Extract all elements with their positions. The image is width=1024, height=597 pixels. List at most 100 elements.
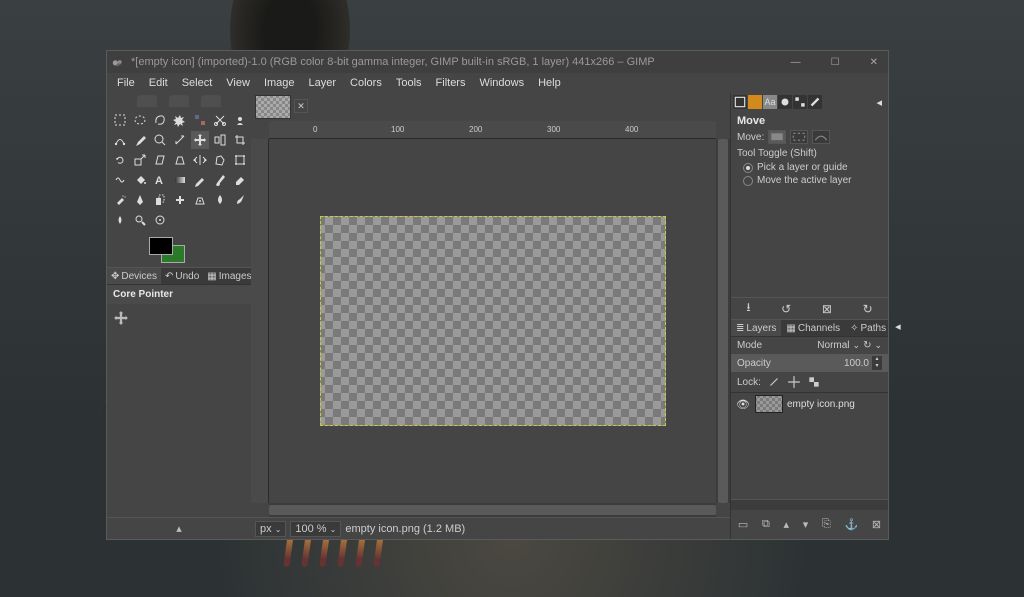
move-mode-layer[interactable] bbox=[768, 130, 786, 144]
save-options-icon[interactable]: ⭳ bbox=[746, 298, 750, 319]
right-dock-menu-icon[interactable]: ◂ bbox=[872, 96, 886, 109]
reset-options-icon[interactable]: ↻ bbox=[863, 302, 873, 316]
cage-tool[interactable] bbox=[211, 151, 229, 169]
menu-windows[interactable]: Windows bbox=[473, 75, 530, 91]
menu-filters[interactable]: Filters bbox=[430, 75, 472, 91]
free-select-tool[interactable] bbox=[151, 111, 169, 129]
paths-tool[interactable] bbox=[111, 131, 129, 149]
textures-icon[interactable]: Aa bbox=[763, 95, 777, 109]
crop-tool[interactable] bbox=[231, 131, 249, 149]
menu-edit[interactable]: Edit bbox=[143, 75, 174, 91]
perspective-clone-tool[interactable] bbox=[191, 191, 209, 209]
bucket-tool[interactable] bbox=[131, 171, 149, 189]
mode-caret2-icon[interactable]: ⌄ bbox=[874, 340, 882, 351]
brushes-icon[interactable] bbox=[778, 95, 792, 109]
shear-tool[interactable] bbox=[151, 151, 169, 169]
tab-undo[interactable]: ↶Undo bbox=[161, 268, 203, 284]
flip-tool[interactable] bbox=[191, 151, 209, 169]
image-tab-thumbnail[interactable] bbox=[255, 95, 291, 119]
new-layer-icon[interactable]: ▭ bbox=[738, 518, 748, 531]
menu-tools[interactable]: Tools bbox=[390, 75, 428, 91]
maximize-button[interactable]: ☐ bbox=[825, 55, 846, 70]
heal-tool[interactable] bbox=[171, 191, 189, 209]
layers-dock-menu-icon[interactable]: ◂ bbox=[891, 320, 905, 336]
smudge-tool[interactable] bbox=[111, 211, 129, 229]
tab-paths[interactable]: ✧Paths bbox=[845, 320, 891, 336]
layer-visibility-icon[interactable]: 👁 bbox=[735, 398, 751, 411]
move-mode-path[interactable] bbox=[812, 130, 830, 144]
tab-images[interactable]: ▦Images bbox=[203, 268, 255, 284]
fg-bg-color[interactable] bbox=[107, 231, 251, 267]
handle-transform-tool[interactable] bbox=[151, 211, 169, 229]
move-mode-selection[interactable] bbox=[790, 130, 808, 144]
gradient-tool[interactable] bbox=[171, 171, 189, 189]
canvas-viewport[interactable] bbox=[269, 139, 716, 503]
unified-transform-tool[interactable] bbox=[231, 151, 249, 169]
tab-devices[interactable]: ✥Devices bbox=[107, 268, 161, 284]
warp-tool[interactable] bbox=[111, 171, 129, 189]
dodge-tool[interactable] bbox=[131, 211, 149, 229]
new-group-icon[interactable]: ⧉ bbox=[762, 518, 770, 531]
tab-channels[interactable]: ▦Channels bbox=[781, 320, 845, 336]
foreground-color[interactable] bbox=[149, 237, 173, 255]
lock-position-icon[interactable] bbox=[787, 375, 801, 389]
blur-tool[interactable] bbox=[211, 191, 229, 209]
mypaint-brush-tool[interactable] bbox=[231, 191, 249, 209]
color-picker-tool[interactable] bbox=[131, 131, 149, 149]
vertical-scrollbar[interactable] bbox=[716, 139, 730, 503]
ink-tool[interactable] bbox=[131, 191, 149, 209]
opacity-down[interactable]: ▾ bbox=[872, 363, 882, 370]
menu-help[interactable]: Help bbox=[532, 75, 567, 91]
image-tab-close-icon[interactable]: ✕ bbox=[294, 99, 308, 113]
opacity-up[interactable]: ▴ bbox=[872, 356, 882, 363]
mode-switch-icon[interactable]: ↻ bbox=[863, 340, 871, 351]
pencil-tool[interactable] bbox=[191, 171, 209, 189]
layer-row[interactable]: 👁 empty icon.png bbox=[731, 393, 888, 415]
fuzzy-select-tool[interactable] bbox=[171, 111, 189, 129]
patterns-icon[interactable] bbox=[793, 95, 807, 109]
lock-alpha-icon[interactable] bbox=[807, 375, 821, 389]
tab-layers[interactable]: ≣Layers bbox=[731, 320, 781, 336]
unit-selector[interactable]: px ⌄ bbox=[255, 521, 286, 537]
horizontal-ruler[interactable]: 0 100 200 300 400 bbox=[269, 121, 716, 139]
airbrush-tool[interactable] bbox=[111, 191, 129, 209]
minimize-button[interactable]: — bbox=[785, 55, 807, 70]
zoom-tool[interactable] bbox=[151, 131, 169, 149]
save-preset-icon[interactable]: ▴ bbox=[176, 522, 182, 535]
titlebar[interactable]: *[empty icon] (imported)-1.0 (RGB color … bbox=[107, 51, 888, 73]
scissors-tool[interactable] bbox=[211, 111, 229, 129]
color-select-tool[interactable] bbox=[191, 111, 209, 129]
layer-thumbnail[interactable] bbox=[755, 395, 783, 413]
perspective-tool[interactable] bbox=[171, 151, 189, 169]
layer-name[interactable]: empty icon.png bbox=[787, 399, 855, 410]
vertical-ruler[interactable] bbox=[251, 139, 269, 503]
menu-view[interactable]: View bbox=[220, 75, 256, 91]
eraser-tool[interactable] bbox=[231, 171, 249, 189]
delete-options-icon[interactable]: ⊠ bbox=[822, 302, 832, 316]
layers-scrollbar[interactable] bbox=[731, 500, 888, 510]
clone-tool[interactable] bbox=[151, 191, 169, 209]
opacity-slider[interactable]: Opacity 100.0 ▴▾ bbox=[731, 354, 888, 372]
mode-dropdown[interactable]: Normal bbox=[817, 340, 849, 351]
scale-tool[interactable] bbox=[131, 151, 149, 169]
rect-select-tool[interactable] bbox=[111, 111, 129, 129]
lock-pixels-icon[interactable] bbox=[767, 375, 781, 389]
anchor-layer-icon[interactable]: ⚓ bbox=[845, 518, 859, 531]
lower-layer-icon[interactable]: ▾ bbox=[803, 518, 809, 531]
rotate-tool[interactable] bbox=[111, 151, 129, 169]
restore-options-icon[interactable]: ↺ bbox=[781, 302, 791, 316]
menu-layer[interactable]: Layer bbox=[303, 75, 343, 91]
gradients-icon[interactable] bbox=[808, 95, 822, 109]
foreground-select-tool[interactable] bbox=[231, 111, 249, 129]
canvas[interactable] bbox=[320, 216, 666, 426]
close-button[interactable]: ✕ bbox=[864, 55, 884, 70]
horizontal-scrollbar[interactable] bbox=[269, 503, 716, 517]
align-tool[interactable] bbox=[211, 131, 229, 149]
menu-image[interactable]: Image bbox=[258, 75, 301, 91]
paintbrush-tool[interactable] bbox=[211, 171, 229, 189]
radio-pick-layer[interactable]: Pick a layer or guide bbox=[737, 161, 882, 174]
duplicate-layer-icon[interactable]: ⎘ bbox=[822, 518, 831, 531]
menu-colors[interactable]: Colors bbox=[344, 75, 388, 91]
radio-move-active[interactable]: Move the active layer bbox=[737, 174, 882, 187]
menu-file[interactable]: File bbox=[111, 75, 141, 91]
